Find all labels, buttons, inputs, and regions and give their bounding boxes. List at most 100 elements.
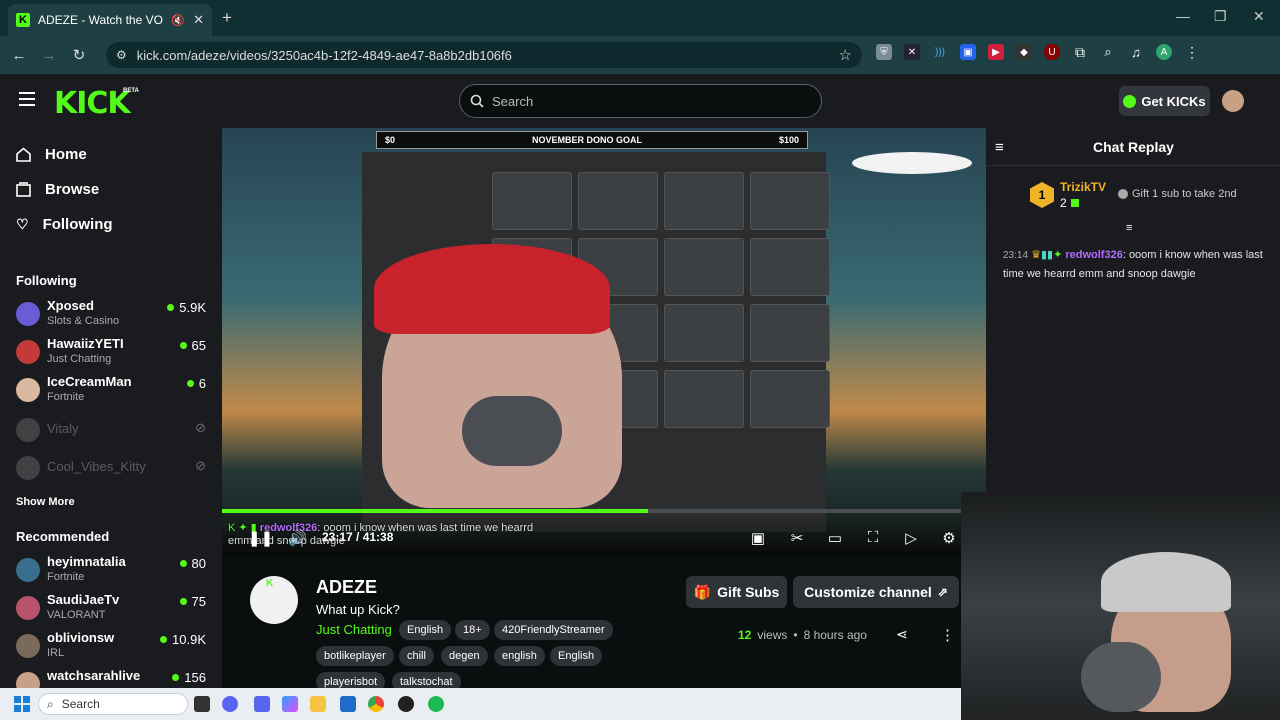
task-view-icon[interactable] bbox=[194, 696, 210, 712]
extensions-puzzle-icon[interactable]: ⧉ bbox=[1072, 44, 1088, 60]
fullscreen-icon[interactable]: ⛶ bbox=[864, 529, 882, 546]
video-player[interactable]: $0 NOVEMBER DONO GOAL $100 K ✦ ▮ redwolf… bbox=[222, 128, 986, 556]
tag-degen[interactable]: degen bbox=[441, 646, 488, 666]
customize-channel-label: Customize channel bbox=[804, 584, 932, 600]
search-input[interactable]: Search bbox=[459, 84, 822, 118]
following-channel-hawaiizyeti[interactable]: HawaiizYETI Just Chatting 65 bbox=[16, 334, 212, 370]
recommended-channel-heyimnatalia[interactable]: heyimnatalia Fortnite 80 bbox=[16, 552, 212, 588]
get-kicks-button[interactable]: Get KICKs bbox=[1119, 86, 1210, 116]
channel-name-title[interactable]: ADEZE bbox=[316, 577, 377, 598]
sidebar-item-label: Following bbox=[42, 216, 113, 233]
leaderboard-user[interactable]: TrizikTV bbox=[1060, 180, 1106, 194]
sidebar-item-following[interactable]: ♡ Following bbox=[16, 216, 113, 233]
channel-avatar[interactable] bbox=[250, 576, 298, 624]
obs-taskbar-icon[interactable] bbox=[398, 696, 414, 712]
audio-extension-icon[interactable]: ))) bbox=[932, 44, 948, 60]
url-text: kick.com/adeze/videos/3250ac4b-12f2-4849… bbox=[136, 47, 512, 63]
recommended-channel-saudijaetv[interactable]: SaudiJaeTv VALORANT 75 bbox=[16, 590, 212, 626]
channel-name: heyimnatalia bbox=[47, 554, 126, 569]
mute-extension-icon[interactable]: ✕ bbox=[904, 44, 920, 60]
sidebar-item-browse[interactable]: Browse bbox=[16, 181, 99, 198]
recommended-channel-oblivionsw[interactable]: oblivionsw IRL 10.9K bbox=[16, 628, 212, 664]
following-channel-cool-vibes-kitty[interactable]: Cool_Vibes_Kitty ⊘ bbox=[16, 450, 212, 486]
tag-botlikeplayer[interactable]: botlikeplayer bbox=[316, 646, 394, 666]
get-kicks-label: Get KICKs bbox=[1141, 93, 1206, 109]
home-icon bbox=[16, 147, 31, 162]
diamond-extension-icon[interactable]: ◆ bbox=[1016, 44, 1032, 60]
category-link[interactable]: Just Chatting bbox=[316, 622, 392, 637]
spotify-taskbar-icon[interactable] bbox=[428, 696, 444, 712]
views-label: views bbox=[757, 628, 788, 642]
shield-extension-icon[interactable]: ⛨ bbox=[876, 44, 892, 60]
browser-menu-icon[interactable]: ⋮ bbox=[1184, 44, 1200, 60]
following-channel-xposed[interactable]: Xposed Slots & Casino 5.9K bbox=[16, 296, 212, 332]
site-info-icon[interactable]: ⚙ bbox=[116, 48, 127, 62]
forward-icon[interactable]: → bbox=[34, 47, 64, 64]
more-options-icon[interactable]: ⋮ bbox=[940, 626, 955, 644]
windows-start-icon[interactable] bbox=[14, 696, 30, 712]
customize-channel-button[interactable]: Customize channel ⇗ bbox=[793, 576, 959, 608]
minimize-icon[interactable]: — bbox=[1176, 8, 1190, 24]
kick-logo[interactable]: KICK bbox=[54, 86, 131, 121]
heart-icon: ♡ bbox=[16, 216, 29, 232]
pause-icon[interactable]: ❚❚ bbox=[248, 529, 273, 547]
new-tab-button[interactable]: + bbox=[222, 8, 232, 28]
address-bar[interactable]: ⚙ kick.com/adeze/videos/3250ac4b-12f2-48… bbox=[106, 42, 862, 68]
muted-tab-icon[interactable]: 🔇 bbox=[171, 14, 185, 27]
profile-avatar[interactable]: A bbox=[1156, 44, 1172, 60]
avatar bbox=[16, 456, 40, 480]
following-channel-icecreamman[interactable]: IceCreamMan Fortnite 6 bbox=[16, 372, 212, 408]
clip-icon[interactable]: ✂ bbox=[788, 529, 806, 547]
expand-leaderboard-icon[interactable]: ≡ bbox=[1126, 222, 1132, 234]
tag-english-lower[interactable]: english bbox=[494, 646, 545, 666]
following-channel-vitaly[interactable]: Vitaly ⊘ bbox=[16, 412, 212, 448]
close-tab-icon[interactable]: ✕ bbox=[193, 12, 204, 28]
cast-extension-icon[interactable]: ▣ bbox=[960, 44, 976, 60]
settings-gear-icon[interactable]: ⚙ bbox=[940, 529, 958, 547]
collapse-chat-icon[interactable]: ≡ bbox=[995, 139, 1004, 156]
discord-taskbar-icon[interactable] bbox=[222, 696, 238, 712]
theater-mode-icon[interactable]: ▭ bbox=[826, 529, 844, 547]
tag-420friendlystreamer[interactable]: 420FriendlyStreamer bbox=[494, 620, 613, 640]
media-control-icon[interactable]: ♫ bbox=[1128, 44, 1144, 60]
gift-subs-button[interactable]: 🎁 Gift Subs bbox=[686, 576, 787, 608]
overlay-graphic bbox=[852, 152, 972, 174]
copilot-taskbar-icon[interactable] bbox=[282, 696, 298, 712]
avatar bbox=[16, 558, 40, 582]
gift-small-icon bbox=[1070, 199, 1079, 207]
view-count: 12 bbox=[738, 628, 752, 642]
playback-speed-icon[interactable]: ▷ bbox=[902, 529, 920, 547]
reload-icon[interactable]: ↻ bbox=[64, 46, 94, 64]
gift-prompt[interactable]: Gift 1 sub to take 2nd bbox=[1118, 188, 1237, 200]
message-user[interactable]: redwolf326 bbox=[1065, 249, 1122, 261]
hamburger-menu-icon[interactable] bbox=[19, 92, 35, 106]
discord-alt-taskbar-icon[interactable] bbox=[254, 696, 270, 712]
show-more-link[interactable]: Show More bbox=[16, 496, 75, 508]
close-window-icon[interactable]: ✕ bbox=[1253, 8, 1265, 25]
gift-subs-label: Gift Subs bbox=[717, 584, 780, 600]
avatar bbox=[16, 418, 40, 442]
tag-chill[interactable]: chill bbox=[399, 646, 434, 666]
viewer-count: 75 bbox=[191, 594, 206, 609]
miniplayer-icon[interactable]: ▣ bbox=[749, 529, 767, 547]
tag-18-plus[interactable]: 18+ bbox=[455, 620, 490, 640]
bookmark-star-icon[interactable]: ☆ bbox=[839, 46, 852, 64]
ublock-extension-icon[interactable]: U bbox=[1044, 44, 1060, 60]
search-tabs-icon[interactable]: ⌕ bbox=[1100, 44, 1116, 60]
store-taskbar-icon[interactable] bbox=[340, 696, 356, 712]
share-icon[interactable]: ⋖ bbox=[896, 626, 908, 643]
volume-icon[interactable]: 🔊 bbox=[288, 529, 307, 547]
taskbar-search[interactable]: ⌕ Search bbox=[38, 693, 188, 715]
red-extension-icon[interactable]: ▶ bbox=[988, 44, 1004, 60]
following-section-title: Following bbox=[16, 273, 77, 288]
browser-tab[interactable]: K ADEZE - Watch the VOD on 🔇 ✕ bbox=[8, 4, 212, 36]
file-explorer-taskbar-icon[interactable] bbox=[310, 696, 326, 712]
tag-english[interactable]: English bbox=[399, 620, 452, 640]
back-icon[interactable]: ← bbox=[4, 47, 34, 64]
chrome-taskbar-icon[interactable] bbox=[368, 696, 384, 712]
tag-english-alt[interactable]: English bbox=[550, 646, 603, 666]
user-avatar[interactable] bbox=[1222, 90, 1244, 112]
restore-icon[interactable]: ❐ bbox=[1214, 8, 1227, 25]
sidebar-item-home[interactable]: Home bbox=[16, 146, 87, 163]
live-dot-icon bbox=[186, 380, 194, 387]
